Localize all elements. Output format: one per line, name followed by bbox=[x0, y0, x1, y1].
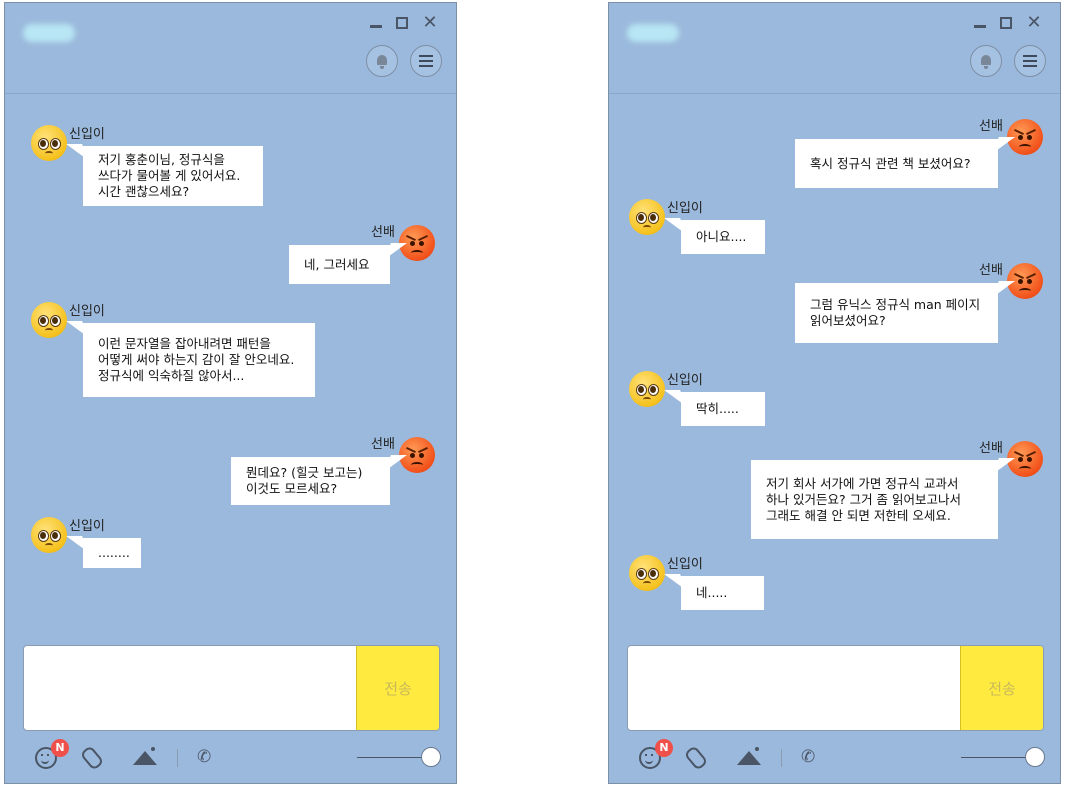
menu-icon bbox=[1023, 55, 1037, 57]
sender-name: 신입이 bbox=[69, 304, 105, 319]
chat-header: ✕ bbox=[609, 3, 1060, 94]
message-input[interactable]: 전송 bbox=[627, 645, 1044, 731]
chat-title-blurred bbox=[23, 24, 75, 42]
toolbar-divider bbox=[781, 749, 782, 767]
send-button[interactable]: 전송 bbox=[356, 646, 439, 730]
message-bubble: 저기 회사 서가에 가면 정규식 교과서 하나 있거든요? 그거 좀 읽어보고나… bbox=[751, 460, 998, 539]
pleading-face-avatar bbox=[31, 125, 67, 161]
sender-name: 선배 bbox=[979, 441, 1003, 456]
image-icon[interactable] bbox=[737, 747, 761, 765]
sender-name: 신입이 bbox=[667, 201, 703, 216]
minimize-icon[interactable] bbox=[970, 13, 990, 33]
sender-name: 신입이 bbox=[69, 127, 105, 142]
message-bubble: 혹시 정규식 관련 책 보셨어요? bbox=[795, 139, 998, 188]
menu-button[interactable] bbox=[410, 45, 442, 77]
bell-icon bbox=[981, 55, 991, 69]
sender-name: 선배 bbox=[371, 437, 395, 452]
maximize-icon[interactable] bbox=[996, 13, 1016, 33]
sender-name: 선배 bbox=[371, 225, 395, 240]
image-icon[interactable] bbox=[133, 747, 157, 765]
new-badge: N bbox=[655, 739, 673, 757]
sender-name: 선배 bbox=[979, 119, 1003, 134]
message-list: 선배 혹시 정규식 관련 책 보셨어요? 신입이 아니요.... 선배 그럼 유… bbox=[609, 93, 1060, 633]
chat-title-blurred bbox=[627, 24, 679, 42]
chat-toolbar: N ✆ bbox=[5, 737, 456, 777]
message-bubble: 그럼 유닉스 정규식 man 페이지 읽어보셨어요? bbox=[795, 283, 998, 343]
pleading-face-avatar bbox=[31, 302, 67, 338]
toolbar-divider bbox=[177, 749, 178, 767]
close-icon[interactable]: ✕ bbox=[1024, 13, 1044, 33]
send-button[interactable]: 전송 bbox=[960, 646, 1043, 730]
message-bubble: 딱히..... bbox=[681, 392, 765, 426]
new-badge: N bbox=[51, 739, 69, 757]
chat-window-left: ✕ 신입이 저기 홍춘이님, 정규식을 쓰다가 물어볼 게 있어서요. 시간 괜… bbox=[4, 2, 457, 784]
pleading-face-avatar bbox=[629, 199, 665, 235]
message-bubble: 네..... bbox=[681, 576, 764, 610]
notification-button[interactable] bbox=[366, 45, 398, 77]
message-bubble: ........ bbox=[83, 538, 141, 568]
pleading-face-avatar bbox=[31, 517, 67, 553]
sender-name: 신입이 bbox=[667, 373, 703, 388]
message-bubble: 이런 문자열을 잡아내려면 패턴을 어떻게 써야 하는지 감이 잘 안오네요. … bbox=[83, 323, 315, 397]
message-bubble: 뭔데요? (힐긋 보고는) 이것도 모르세요? bbox=[231, 457, 390, 505]
phone-icon[interactable]: ✆ bbox=[801, 747, 825, 771]
attach-icon[interactable] bbox=[683, 745, 709, 771]
chat-window-right: ✕ 선배 혹시 정규식 관련 책 보셨어요? 신입이 아니요.... 선배 그럼… bbox=[608, 2, 1061, 784]
opacity-slider-handle[interactable] bbox=[421, 747, 441, 767]
sender-name: 신입이 bbox=[667, 557, 703, 572]
close-icon[interactable]: ✕ bbox=[420, 13, 440, 33]
bell-icon bbox=[377, 55, 387, 69]
phone-icon[interactable]: ✆ bbox=[197, 747, 221, 771]
pleading-face-avatar bbox=[629, 371, 665, 407]
message-bubble: 아니요.... bbox=[681, 220, 765, 254]
menu-icon bbox=[419, 55, 433, 57]
sender-name: 신입이 bbox=[69, 519, 105, 534]
menu-button[interactable] bbox=[1014, 45, 1046, 77]
chat-header: ✕ bbox=[5, 3, 456, 94]
sender-name: 선배 bbox=[979, 263, 1003, 278]
opacity-slider-handle[interactable] bbox=[1025, 747, 1045, 767]
attach-icon[interactable] bbox=[79, 745, 105, 771]
minimize-icon[interactable] bbox=[366, 13, 386, 33]
message-input[interactable]: 전송 bbox=[23, 645, 440, 731]
chat-toolbar: N ✆ bbox=[609, 737, 1060, 777]
maximize-icon[interactable] bbox=[392, 13, 412, 33]
notification-button[interactable] bbox=[970, 45, 1002, 77]
pleading-face-avatar bbox=[629, 555, 665, 591]
message-list: 신입이 저기 홍춘이님, 정규식을 쓰다가 물어볼 게 있어서요. 시간 괜찮으… bbox=[5, 93, 456, 633]
message-bubble: 저기 홍춘이님, 정규식을 쓰다가 물어볼 게 있어서요. 시간 괜찮으세요? bbox=[83, 146, 263, 206]
message-bubble: 네, 그러세요 bbox=[289, 245, 390, 284]
